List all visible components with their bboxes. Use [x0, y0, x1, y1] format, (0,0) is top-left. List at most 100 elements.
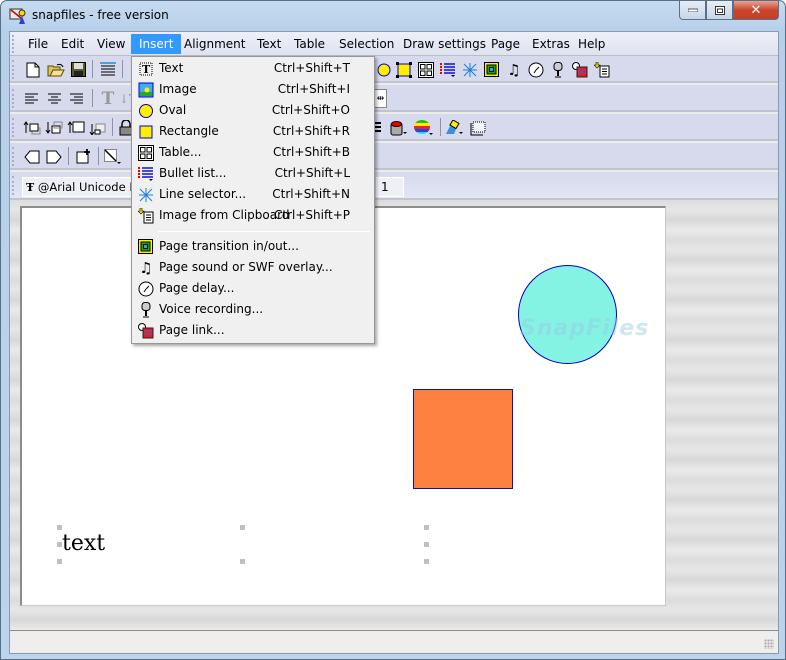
- send-to-back-button[interactable]: [88, 118, 108, 137]
- text-layout-icon: [100, 62, 116, 76]
- table-tool-button[interactable]: [416, 60, 436, 79]
- voice-recording-button[interactable]: [548, 60, 568, 79]
- oval-tool-button[interactable]: [375, 60, 395, 79]
- bring-to-front-button[interactable]: [66, 118, 86, 137]
- rectangle-tool-button[interactable]: [394, 60, 414, 79]
- oval-shape[interactable]: [518, 265, 617, 364]
- text-size-up-button[interactable]: T: [98, 89, 118, 109]
- menu-item-voice-recording[interactable]: Voice recording...: [134, 299, 372, 320]
- menu-item-image[interactable]: Image Ctrl+Shift+I: [134, 79, 372, 100]
- align-right-button[interactable]: [67, 89, 87, 108]
- minimize-button[interactable]: [679, 1, 706, 20]
- next-page-button[interactable]: [44, 147, 64, 166]
- line-tool-button[interactable]: [103, 147, 123, 166]
- menu-item-text[interactable]: T Text Ctrl+Shift+T: [134, 58, 372, 79]
- page-transition-button[interactable]: [482, 60, 502, 79]
- menu-item-page-sound[interactable]: ♫ Page sound or SWF overlay...: [134, 257, 372, 278]
- fill-bucket-button[interactable]: [445, 118, 465, 137]
- toolbar-grip[interactable]: [12, 147, 15, 166]
- menu-text[interactable]: Text: [249, 34, 289, 54]
- shadow-button[interactable]: [468, 118, 488, 137]
- page-sound-button[interactable]: ♫: [504, 60, 524, 79]
- menu-page[interactable]: Page: [483, 34, 528, 54]
- menu-item-oval[interactable]: Oval Ctrl+Shift+O: [134, 100, 372, 121]
- selection-handle[interactable]: [57, 559, 62, 564]
- selection-handle[interactable]: [424, 542, 429, 547]
- image-icon: [138, 82, 154, 98]
- menu-item-page-delay[interactable]: Page delay...: [134, 278, 372, 299]
- bullet-list-button[interactable]: [438, 60, 458, 79]
- selection-handle[interactable]: [57, 542, 62, 547]
- fill-color-icon: [390, 120, 407, 135]
- toolbar-grip[interactable]: [12, 89, 15, 108]
- menu-table[interactable]: Table: [286, 34, 333, 54]
- font-type-icon: Ŧ: [26, 181, 35, 194]
- menu-item-table[interactable]: Table... Ctrl+Shift+B: [134, 142, 372, 163]
- toolbar-row-1: ♫: [10, 56, 778, 83]
- previous-page-button[interactable]: [22, 147, 42, 166]
- page-transition-icon: [484, 61, 499, 77]
- new-page-button[interactable]: [73, 147, 93, 166]
- open-button[interactable]: [46, 60, 66, 79]
- page-delay-button[interactable]: [526, 60, 546, 79]
- menubar-grip[interactable]: [12, 35, 15, 53]
- save-button[interactable]: [68, 60, 88, 79]
- toolbar-grip[interactable]: [12, 60, 15, 79]
- window-title: snapfiles - free version: [32, 8, 169, 22]
- menu-file[interactable]: File: [20, 34, 56, 54]
- menu-alignment[interactable]: Alignment: [176, 34, 253, 54]
- toolbar-separator: [122, 60, 123, 78]
- close-button[interactable]: ✕: [733, 1, 779, 20]
- selection-handle[interactable]: [240, 525, 245, 530]
- selection-handle[interactable]: [240, 559, 245, 564]
- menu-help[interactable]: Help: [570, 34, 613, 54]
- menu-view[interactable]: View: [89, 34, 133, 54]
- selection-handle[interactable]: [424, 559, 429, 564]
- menu-item-page-link[interactable]: Page link...: [134, 320, 372, 341]
- rectangle-shape[interactable]: [413, 389, 513, 489]
- toolbar-row-5: Ŧ @Arial Unicode MS 1: [10, 172, 778, 200]
- menu-item-rectangle[interactable]: Rectangle Ctrl+Shift+R: [134, 121, 372, 142]
- menu-edit[interactable]: Edit: [53, 34, 92, 54]
- align-left-button[interactable]: [22, 89, 42, 108]
- bring-forward-button[interactable]: [22, 118, 42, 137]
- bullet-list-icon: [440, 62, 455, 77]
- toolbar-grip[interactable]: [12, 118, 15, 137]
- text-object[interactable]: text: [62, 531, 105, 556]
- text-layout-button[interactable]: [98, 60, 118, 79]
- new-file-button[interactable]: [23, 60, 43, 79]
- page-sound-icon: ♫: [507, 60, 521, 79]
- app-icon: [9, 8, 26, 24]
- color-palette-button[interactable]: [414, 118, 434, 137]
- page-number-field[interactable]: 1: [376, 177, 404, 197]
- bring-to-front-icon: [67, 120, 85, 133]
- fit-page-button[interactable]: ⇹: [374, 89, 387, 108]
- toolbar-separator: [68, 147, 69, 165]
- menu-item-page-transition[interactable]: Page transition in/out...: [134, 236, 372, 257]
- new-page-icon: [76, 149, 90, 164]
- fill-color-button[interactable]: [388, 118, 408, 137]
- align-center-button[interactable]: [45, 89, 65, 108]
- menu-draw-settings[interactable]: Draw settings: [395, 34, 494, 54]
- menu-insert[interactable]: Insert: [131, 34, 182, 54]
- line-selector-button[interactable]: [460, 60, 480, 79]
- selection-handle[interactable]: [424, 525, 429, 530]
- image-from-clipboard-button[interactable]: [592, 60, 612, 79]
- watermark: SnapFiles: [520, 316, 650, 341]
- selection-handle[interactable]: [57, 525, 62, 530]
- maximize-icon: [714, 5, 725, 15]
- save-icon: [70, 62, 86, 77]
- font-selector[interactable]: Ŧ @Arial Unicode MS: [22, 177, 142, 197]
- image-from-clipboard-icon: [138, 208, 154, 224]
- menu-item-image-from-clipboard[interactable]: Image from Clipboard Ctrl+Shift+P: [134, 205, 372, 226]
- page-link-button[interactable]: [570, 60, 590, 79]
- menu-item-line-selector[interactable]: Line selector... Ctrl+Shift+N: [134, 184, 372, 205]
- resize-grip-icon[interactable]: [764, 639, 774, 649]
- maximize-button[interactable]: [706, 1, 733, 20]
- menu-item-bullet-list[interactable]: Bullet list... Ctrl+Shift+L: [134, 163, 372, 184]
- send-backward-button[interactable]: [44, 118, 64, 137]
- toolbar-grip[interactable]: [12, 176, 15, 195]
- svg-text:T: T: [142, 63, 151, 76]
- voice-recording-icon: [141, 302, 151, 318]
- menu-selection[interactable]: Selection: [331, 34, 402, 54]
